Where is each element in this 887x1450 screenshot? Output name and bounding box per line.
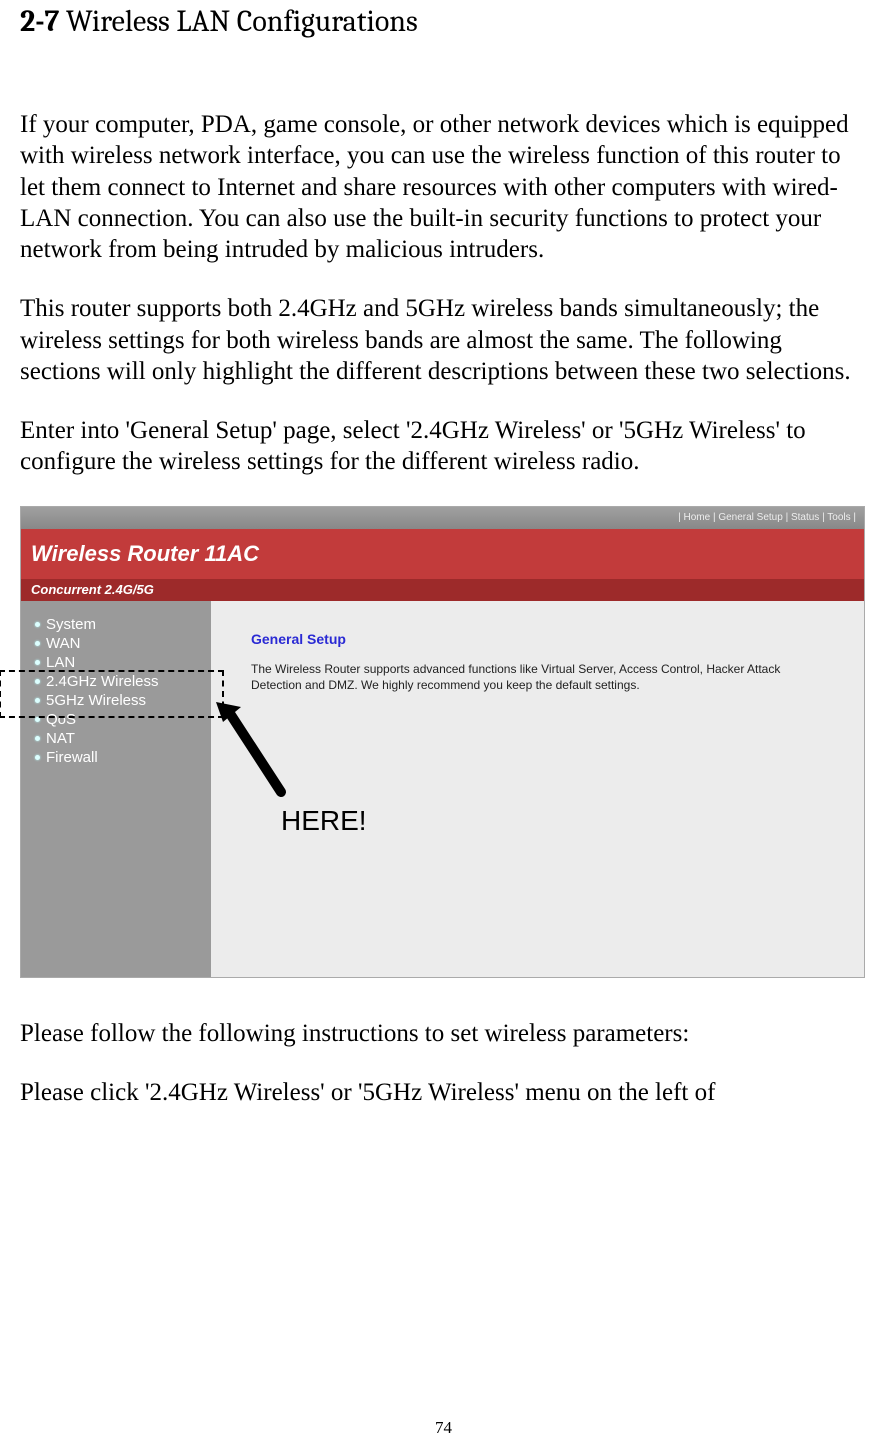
section-number: 2-7 xyxy=(20,4,59,39)
sidebar-item-nat[interactable]: NAT xyxy=(21,729,211,748)
router-brand-title: Wireless Router 11AC xyxy=(31,541,259,567)
here-label: HERE! xyxy=(281,805,367,837)
section-title-text: Wireless LAN Configurations xyxy=(66,4,418,39)
sidebar-item-qos[interactable]: QoS xyxy=(21,710,211,729)
sidebar-item-system[interactable]: System xyxy=(21,615,211,634)
bullet-icon xyxy=(35,622,40,627)
paragraph-5: Please click '2.4GHz Wireless' or '5GHz … xyxy=(20,1077,867,1108)
sidebar-item-wan[interactable]: WAN xyxy=(21,634,211,653)
bullet-icon xyxy=(35,679,40,684)
sidebar-item-firewall[interactable]: Firewall xyxy=(21,748,211,767)
router-brand-bar: Wireless Router 11AC xyxy=(21,529,864,579)
paragraph-2: This router supports both 2.4GHz and 5GH… xyxy=(20,293,867,387)
sidebar-item-label: System xyxy=(46,616,96,633)
paragraph-4: Please follow the following instructions… xyxy=(20,1018,867,1049)
sidebar-item-label: WAN xyxy=(46,635,80,652)
sidebar-item-label: QoS xyxy=(46,711,76,728)
router-sidebar: System WAN LAN 2.4GHz Wireless 5GHz Wire… xyxy=(21,601,211,977)
bullet-icon xyxy=(35,698,40,703)
sidebar-item-label: 5GHz Wireless xyxy=(46,692,146,709)
sidebar-item-label: LAN xyxy=(46,654,75,671)
router-brand-subtitle: Concurrent 2.4G/5G xyxy=(31,582,154,597)
sidebar-item-lan[interactable]: LAN xyxy=(21,653,211,672)
bullet-icon xyxy=(35,641,40,646)
page-number: 74 xyxy=(0,1418,887,1438)
router-content-header: General Setup xyxy=(251,631,834,647)
router-content-area: General Setup The Wireless Router suppor… xyxy=(211,601,864,977)
bullet-icon xyxy=(35,755,40,760)
sidebar-item-5ghz-wireless[interactable]: 5GHz Wireless xyxy=(21,691,211,710)
sidebar-item-label: Firewall xyxy=(46,749,98,766)
router-top-nav: | Home | General Setup | Status | Tools … xyxy=(21,507,864,529)
section-heading: 2-7 Wireless LAN Configurations xyxy=(20,0,867,39)
paragraph-3: Enter into 'General Setup' page, select … xyxy=(20,415,867,478)
bullet-icon xyxy=(35,736,40,741)
paragraph-1: If your computer, PDA, game console, or … xyxy=(20,109,867,265)
bullet-icon xyxy=(35,660,40,665)
bullet-icon xyxy=(35,717,40,722)
sidebar-item-label: NAT xyxy=(46,730,75,747)
router-admin-screenshot: | Home | General Setup | Status | Tools … xyxy=(20,506,865,978)
router-brand-subtitle-bar: Concurrent 2.4G/5G xyxy=(21,579,864,601)
router-content-description: The Wireless Router supports advanced fu… xyxy=(251,661,811,693)
router-top-nav-text: | Home | General Setup | Status | Tools … xyxy=(678,512,856,523)
sidebar-item-24ghz-wireless[interactable]: 2.4GHz Wireless xyxy=(21,672,211,691)
sidebar-item-label: 2.4GHz Wireless xyxy=(46,673,159,690)
